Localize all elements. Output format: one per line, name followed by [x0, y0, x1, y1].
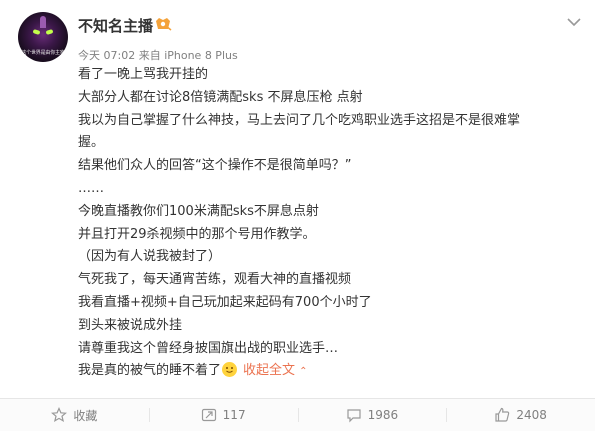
like-count: 2408: [516, 408, 547, 422]
comment-icon: [346, 409, 361, 423]
thumbs-up-icon: [495, 407, 510, 422]
smile-emoji-icon: [222, 362, 238, 378]
comment-count: 1986: [367, 408, 399, 422]
content-line: 我看直播+视频+自己玩加起来起码有700个小时了: [78, 294, 372, 310]
member-badge-icon[interactable]: [154, 17, 172, 31]
repost-icon: [201, 408, 216, 422]
content-line: 看了一晚上骂我开挂的: [78, 67, 209, 82]
content-line: 今晚直播教你们100米满配sks不屏息点射: [78, 203, 319, 219]
content-line: 我以为自己掌握了什么神技，马上去问了几个吃鸡职业选手这招是不是很难掌: [78, 112, 521, 128]
content-line: ……: [78, 180, 104, 196]
repost-count: 117: [222, 408, 246, 422]
content-line: 握。: [78, 135, 105, 151]
collapse-full-text-link[interactable]: 收起全文 ⌃: [243, 363, 308, 378]
content-line: 并且打开29杀视频中的那个号用作教学。: [78, 226, 316, 242]
author-name[interactable]: 不知名主播: [78, 15, 153, 36]
content-line: 气死我了，每天通宵苦练，观看大神的直播视频: [78, 272, 352, 288]
chevron-down-icon[interactable]: [567, 17, 581, 27]
action-toolbar: 收藏 117 1986 2408: [0, 398, 595, 431]
content-line: 到头来被说成外挂: [78, 317, 183, 333]
avatar[interactable]: 这个世界是由你主宰: [18, 12, 68, 62]
chevron-up-icon: ⌃: [299, 366, 308, 378]
avatar-caption: 这个世界是由你主宰: [21, 50, 65, 56]
content-last-line: 我是真的被气的睡不着了 收起全文 ⌃: [78, 360, 583, 384]
content-line: 大部分人都在讨论8倍镜满配sks 不屏息压枪 点射: [78, 89, 363, 105]
post-meta: 今天 07:02 来自 iPhone 8 Plus: [78, 49, 238, 62]
star-icon: [51, 407, 68, 423]
favorite-button[interactable]: 收藏: [0, 399, 149, 431]
collapse-label: 收起全文: [243, 363, 296, 379]
comment-button[interactable]: 1986: [297, 399, 447, 431]
content-line: 我是真的被气的睡不着了: [78, 363, 222, 379]
content-line: 结果他们众人的回答“这个操作不是很简单吗？”: [78, 158, 352, 174]
like-button[interactable]: 2408: [446, 399, 595, 431]
avatar-eye-left: [32, 29, 41, 35]
repost-button[interactable]: 117: [148, 399, 298, 431]
content-line: （因为有人说我被封了）: [78, 249, 222, 265]
favorite-label: 收藏: [73, 408, 98, 423]
content-line: 请尊重我这个曾经身披国旗出战的职业选手…: [78, 340, 339, 356]
avatar-eye-right: [45, 29, 54, 35]
post-content: 看了一晚上骂我开挂的 大部分人都在讨论8倍镜满配sks 不屏息压枪 点射 我以为…: [78, 64, 583, 384]
avatar-horn: [40, 16, 46, 28]
